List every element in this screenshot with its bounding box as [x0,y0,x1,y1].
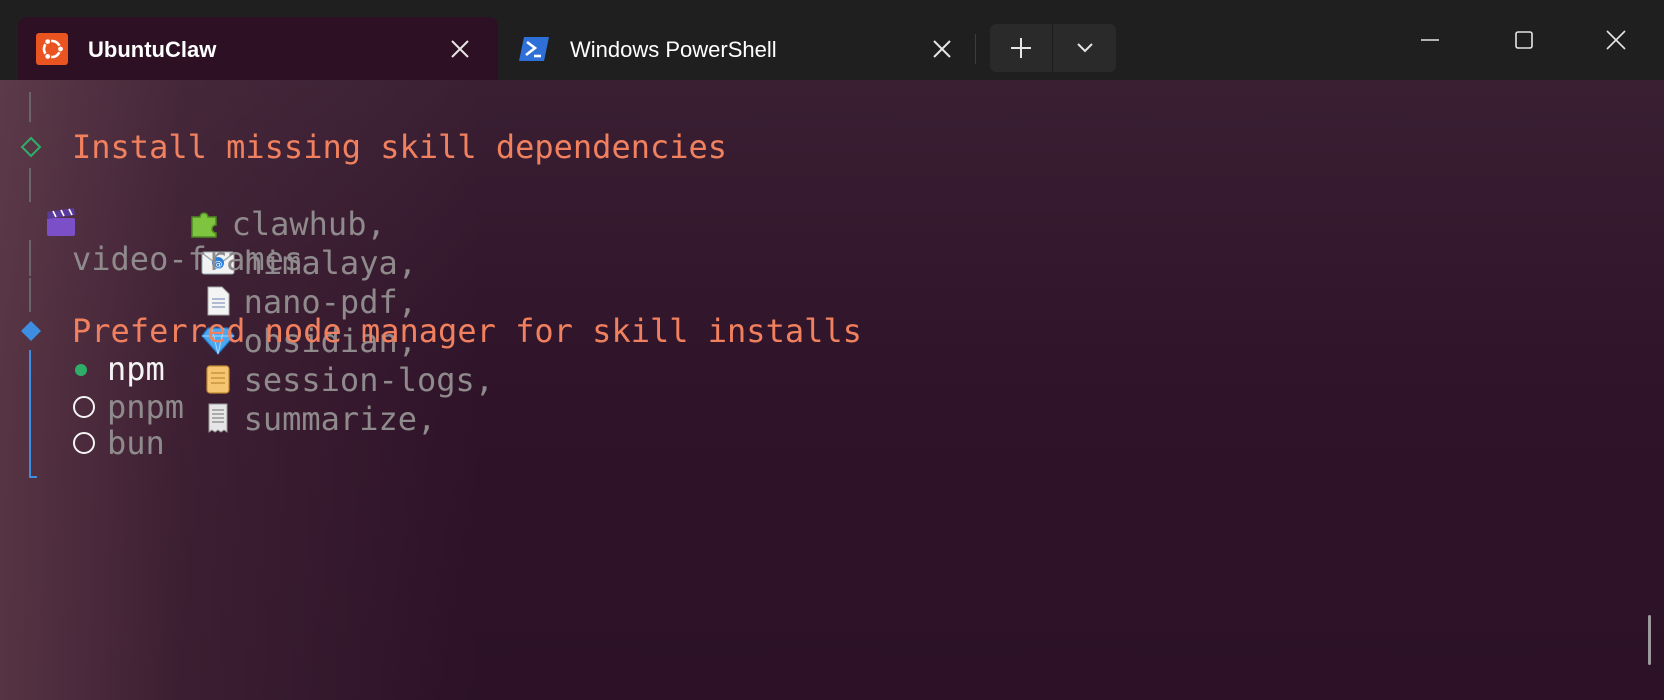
option-bun[interactable]: bun [72,424,188,580]
tab-title: UbuntuClaw [88,37,217,62]
ubuntu-icon [36,33,68,65]
tree-guide-line [29,240,31,276]
option-label: pnpm [107,388,185,426]
active-guide-line [29,350,31,478]
tab-separator [975,34,976,64]
option-label: npm [107,350,165,388]
scrollbar-thumb[interactable] [1648,615,1651,665]
radio-unselected-icon [73,432,95,454]
close-window-button[interactable] [1586,20,1646,60]
minimize-icon [1421,39,1439,41]
powershell-icon [519,37,549,61]
tab-title: Windows PowerShell [570,37,777,62]
radio-unselected-icon [73,396,95,418]
close-icon [1606,30,1626,50]
new-tab-button[interactable] [990,24,1052,72]
section-title: Install missing skill dependencies [72,128,728,166]
close-icon[interactable] [446,35,474,63]
clapper-board-icon [47,208,75,236]
terminal-content[interactable]: Install missing skill dependencies clawh… [0,80,1664,700]
hollow-diamond-icon [20,136,42,158]
section-title: Preferred node manager for skill install… [72,312,862,350]
puzzle-piece-icon [190,212,217,238]
tab-actions [990,24,1116,72]
terminal-window: UbuntuClaw Windows PowerShell Install mi… [0,0,1664,700]
filled-diamond-icon [21,321,41,341]
tab-windows-powershell[interactable]: Windows PowerShell [500,17,980,80]
option-label: bun [107,424,165,462]
tree-guide-line [29,92,31,122]
minimize-button[interactable] [1400,20,1460,60]
skill-summarize: summarize, [243,400,437,438]
maximize-button[interactable] [1494,20,1554,60]
skill-session-logs: session-logs, [243,361,495,399]
active-guide-corner [29,476,37,478]
tree-guide-line [29,278,31,312]
title-bar: UbuntuClaw Windows PowerShell [0,0,1664,80]
tree-guide-line [29,168,31,202]
skill-clawhub: clawhub, [231,205,386,243]
scroll-icon [205,365,230,394]
tab-ubuntuclaw[interactable]: UbuntuClaw [18,17,498,80]
chevron-down-icon [1076,43,1093,53]
tab-dropdown-button[interactable] [1053,24,1116,72]
maximize-icon [1515,31,1533,49]
receipt-icon [208,403,228,433]
skill-video-frames: video-frames [72,240,304,278]
plus-icon [1011,38,1031,58]
radio-selected-icon [75,364,87,376]
close-icon[interactable] [928,35,956,63]
